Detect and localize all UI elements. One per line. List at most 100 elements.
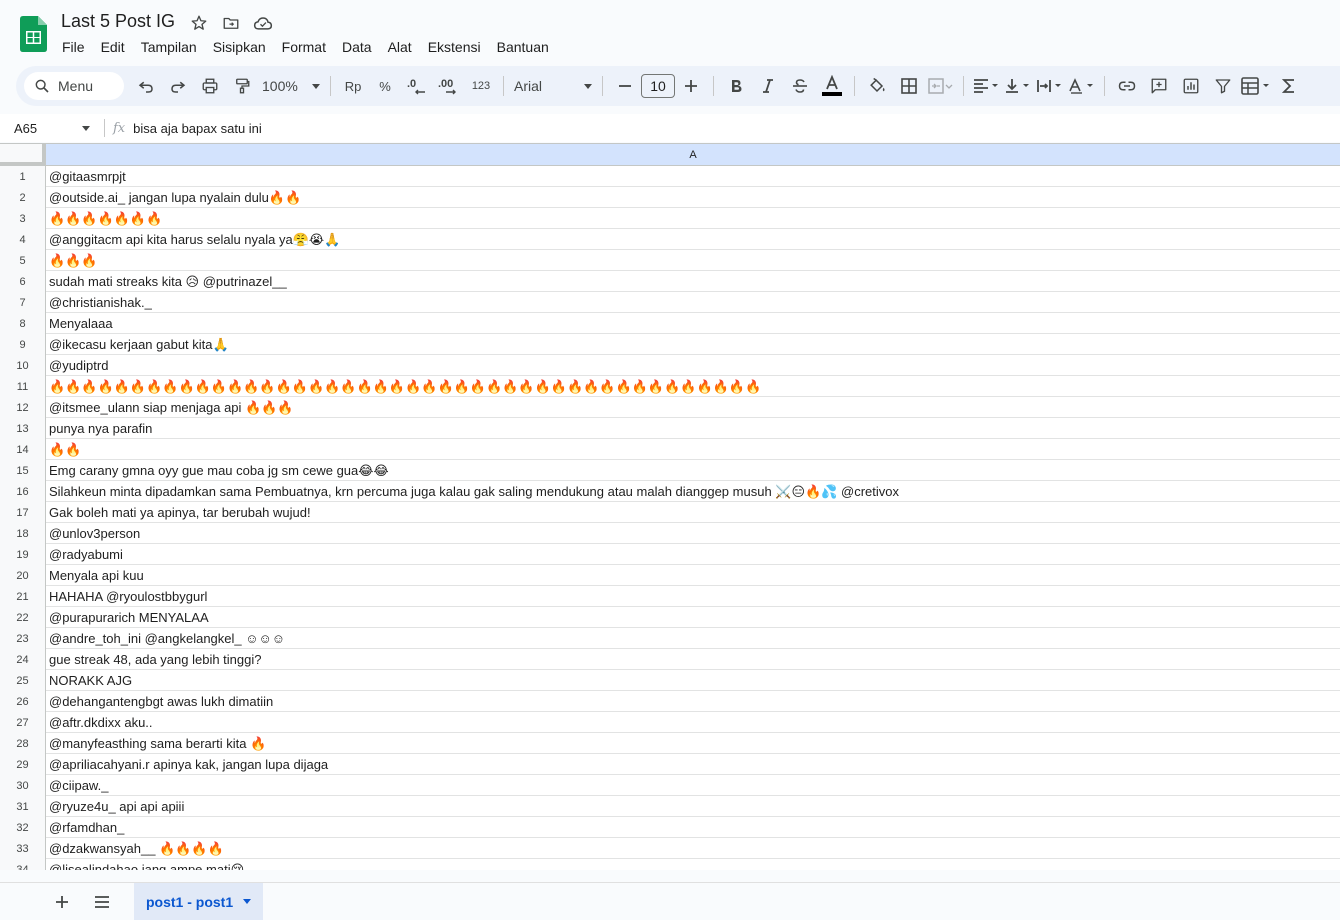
- insert-chart-button[interactable]: [1177, 72, 1205, 100]
- row-number[interactable]: 25: [0, 670, 46, 691]
- sheets-logo-icon[interactable]: [20, 16, 47, 52]
- decrease-font-size-button[interactable]: [611, 72, 639, 100]
- row-number[interactable]: 27: [0, 712, 46, 733]
- cell[interactable]: @dehangantengbgt awas lukh dimatiin: [46, 691, 1340, 712]
- cloud-status-icon[interactable]: [252, 12, 274, 34]
- row-number[interactable]: 7: [0, 292, 46, 313]
- spreadsheet-grid[interactable]: A 1 @gitaasmrpjt 2 @outside.ai_ jangan lupa…: [0, 143, 1340, 870]
- increase-font-size-button[interactable]: [677, 72, 705, 100]
- borders-button[interactable]: [895, 72, 923, 100]
- cell[interactable]: @outside.ai_ jangan lupa nyalain dulu🔥🔥: [46, 187, 1340, 208]
- functions-button[interactable]: [1275, 72, 1303, 100]
- cell[interactable]: @gitaasmrpjt: [46, 166, 1340, 187]
- row-number[interactable]: 24: [0, 649, 46, 670]
- cell[interactable]: @rfamdhan_: [46, 817, 1340, 838]
- cell[interactable]: @apriliacahyani.r apinya kak, jangan lup…: [46, 754, 1340, 775]
- redo-button[interactable]: [164, 72, 192, 100]
- cell[interactable]: Menyalaaa: [46, 313, 1340, 334]
- row-number[interactable]: 15: [0, 460, 46, 481]
- format-percent-button[interactable]: %: [371, 72, 399, 100]
- cell[interactable]: Gak boleh mati ya apinya, tar berubah wu…: [46, 502, 1340, 523]
- cell[interactable]: 🔥🔥🔥: [46, 250, 1340, 271]
- cell[interactable]: @ikecasu kerjaan gabut kita🙏: [46, 334, 1340, 355]
- cell[interactable]: @unlov3person: [46, 523, 1340, 544]
- paint-format-button[interactable]: [228, 72, 256, 100]
- cell[interactable]: @anggitacm api kita harus selalu nyala y…: [46, 229, 1340, 250]
- menu-help[interactable]: Bantuan: [489, 36, 557, 58]
- row-number[interactable]: 22: [0, 607, 46, 628]
- row-number[interactable]: 33: [0, 838, 46, 859]
- document-title[interactable]: Last 5 Post IG: [61, 11, 175, 32]
- cell[interactable]: @ciipaw._: [46, 775, 1340, 796]
- format-currency-button[interactable]: Rp: [339, 72, 367, 100]
- cell[interactable]: @itsmee_ulann siap menjaga api 🔥🔥🔥: [46, 397, 1340, 418]
- row-number[interactable]: 19: [0, 544, 46, 565]
- cell[interactable]: @radyabumi: [46, 544, 1340, 565]
- cell[interactable]: 🔥🔥🔥🔥🔥🔥🔥🔥🔥🔥🔥🔥🔥🔥🔥🔥🔥🔥🔥🔥🔥🔥🔥🔥🔥🔥🔥🔥🔥🔥🔥🔥🔥🔥🔥🔥🔥🔥🔥🔥…: [46, 376, 1340, 397]
- move-folder-icon[interactable]: [220, 12, 242, 34]
- merge-cells-button[interactable]: [927, 72, 955, 100]
- menu-format[interactable]: Format: [274, 36, 334, 58]
- cell[interactable]: @purapurarich MENYALAA: [46, 607, 1340, 628]
- row-number[interactable]: 1: [0, 166, 46, 187]
- row-number[interactable]: 31: [0, 796, 46, 817]
- row-number[interactable]: 20: [0, 565, 46, 586]
- decrease-decimal-button[interactable]: .0: [403, 72, 431, 100]
- cell[interactable]: @christianishak._: [46, 292, 1340, 313]
- row-number[interactable]: 23: [0, 628, 46, 649]
- menu-data[interactable]: Data: [334, 36, 380, 58]
- menu-view[interactable]: Tampilan: [133, 36, 205, 58]
- cell[interactable]: @dzakwansyah__ 🔥🔥🔥🔥: [46, 838, 1340, 859]
- row-number[interactable]: 34: [0, 859, 46, 870]
- cell[interactable]: 🔥🔥🔥🔥🔥🔥🔥: [46, 208, 1340, 229]
- horizontal-align-button[interactable]: [972, 72, 1000, 100]
- row-number[interactable]: 30: [0, 775, 46, 796]
- menu-file[interactable]: File: [54, 36, 93, 58]
- filter-views-button[interactable]: [1241, 72, 1271, 100]
- vertical-align-button[interactable]: [1004, 72, 1032, 100]
- cell[interactable]: Silahkeun minta dipadamkan sama Pembuatn…: [46, 481, 1340, 502]
- cell[interactable]: @andre_toh_ini @angkelangkel_ ☺☺☺: [46, 628, 1340, 649]
- row-number[interactable]: 29: [0, 754, 46, 775]
- row-number[interactable]: 14: [0, 439, 46, 460]
- row-number[interactable]: 6: [0, 271, 46, 292]
- row-number[interactable]: 11: [0, 376, 46, 397]
- strikethrough-button[interactable]: [786, 72, 814, 100]
- cell[interactable]: HAHAHA @ryoulostbbygurl: [46, 586, 1340, 607]
- star-icon[interactable]: [188, 12, 210, 34]
- create-filter-button[interactable]: [1209, 72, 1237, 100]
- search-menus-button[interactable]: Menu: [24, 72, 124, 100]
- row-number[interactable]: 16: [0, 481, 46, 502]
- insert-comment-button[interactable]: [1145, 72, 1173, 100]
- font-size-input[interactable]: 10: [641, 74, 675, 98]
- row-number[interactable]: 3: [0, 208, 46, 229]
- increase-decimal-button[interactable]: .00: [435, 72, 463, 100]
- cell[interactable]: gue streak 48, ada yang lebih tinggi?: [46, 649, 1340, 670]
- bold-button[interactable]: [722, 72, 750, 100]
- cell[interactable]: sudah mati streaks kita 😥 @putrinazel__: [46, 271, 1340, 292]
- cell[interactable]: Emg carany gmna oyy gue mau coba jg sm c…: [46, 460, 1340, 481]
- row-number[interactable]: 17: [0, 502, 46, 523]
- text-color-button[interactable]: [818, 72, 846, 100]
- row-number[interactable]: 21: [0, 586, 46, 607]
- zoom-select[interactable]: 100%: [258, 72, 324, 100]
- print-button[interactable]: [196, 72, 224, 100]
- undo-button[interactable]: [132, 72, 160, 100]
- cell[interactable]: 🔥🔥: [46, 439, 1340, 460]
- name-box[interactable]: A65: [0, 114, 100, 142]
- text-wrapping-button[interactable]: [1036, 72, 1064, 100]
- menu-edit[interactable]: Edit: [93, 36, 133, 58]
- insert-link-button[interactable]: [1113, 72, 1141, 100]
- row-number[interactable]: 9: [0, 334, 46, 355]
- formula-input[interactable]: bisa aja bapax satu ini: [133, 121, 262, 136]
- cell[interactable]: NORAKK AJG: [46, 670, 1340, 691]
- font-family-select[interactable]: Arial: [510, 72, 596, 100]
- menu-tools[interactable]: Alat: [380, 36, 420, 58]
- all-sheets-button[interactable]: [88, 888, 116, 916]
- cell[interactable]: Menyala api kuu: [46, 565, 1340, 586]
- italic-button[interactable]: [754, 72, 782, 100]
- cell[interactable]: @ryuze4u_ api api apiii: [46, 796, 1340, 817]
- row-number[interactable]: 26: [0, 691, 46, 712]
- row-number[interactable]: 10: [0, 355, 46, 376]
- text-rotation-button[interactable]: [1068, 72, 1096, 100]
